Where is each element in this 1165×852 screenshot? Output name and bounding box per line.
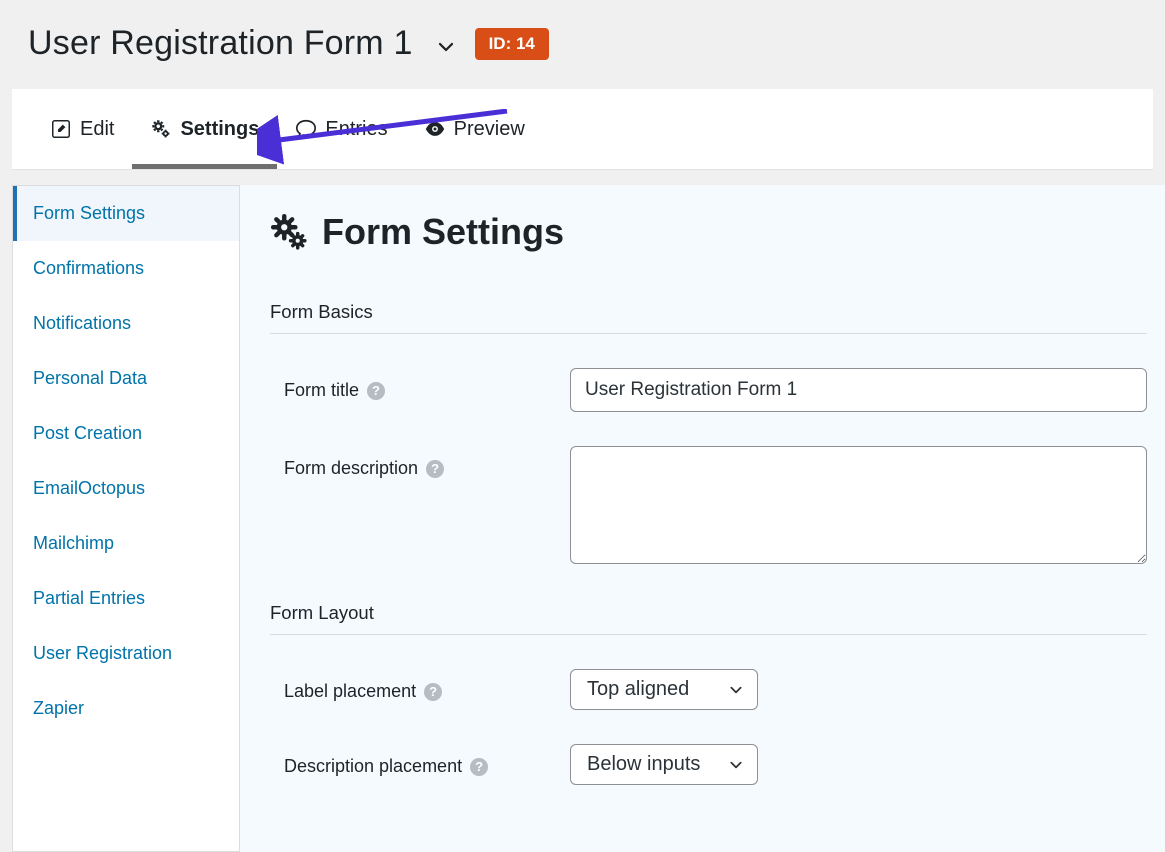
help-icon[interactable]: ? xyxy=(424,683,442,701)
sidebar-item-label: User Registration xyxy=(33,643,172,663)
sidebar-item-notifications[interactable]: Notifications xyxy=(13,296,239,351)
select-label-placement[interactable]: Top aligned xyxy=(570,669,758,710)
settings-content: Form Settings Form Basics Form title ? F… xyxy=(240,185,1165,852)
label-label-placement: Label placement xyxy=(284,681,416,702)
label-form-title: Form title xyxy=(284,380,359,401)
form-id-badge: ID: 14 xyxy=(475,28,549,60)
form-switcher-dropdown[interactable] xyxy=(437,38,455,56)
help-icon[interactable]: ? xyxy=(367,382,385,400)
tabs-bar: Edit Settings Entries xyxy=(12,89,1153,169)
label-form-description: Form description xyxy=(284,458,418,479)
tab-label: Preview xyxy=(454,118,525,141)
sidebar-item-label: Zapier xyxy=(33,698,84,718)
gears-icon xyxy=(270,213,308,251)
eye-icon xyxy=(424,118,446,140)
sidebar-item-label: Confirmations xyxy=(33,258,144,278)
tab-label: Entries xyxy=(325,118,387,141)
chevron-down-icon xyxy=(729,758,743,772)
input-form-title[interactable] xyxy=(570,368,1147,412)
tab-preview[interactable]: Preview xyxy=(406,89,543,169)
body: Form Settings Confirmations Notification… xyxy=(12,185,1165,852)
sidebar-item-label: Notifications xyxy=(33,313,131,333)
sidebar-item-mailchimp[interactable]: Mailchimp xyxy=(13,516,239,571)
textarea-form-description[interactable] xyxy=(570,446,1147,564)
sidebar-item-label: Post Creation xyxy=(33,423,142,443)
sidebar-item-label: Mailchimp xyxy=(33,533,114,553)
row-description-placement: Description placement ? Below inputs xyxy=(270,744,1147,785)
select-value: Top aligned xyxy=(587,678,689,701)
gears-icon xyxy=(150,118,172,140)
sidebar-item-label: Personal Data xyxy=(33,368,147,388)
tab-label: Edit xyxy=(80,118,114,141)
row-form-title: Form title ? xyxy=(270,368,1147,412)
help-icon[interactable]: ? xyxy=(470,758,488,776)
sidebar-item-form-settings[interactable]: Form Settings xyxy=(13,186,239,241)
sidebar-item-label: Form Settings xyxy=(33,203,145,223)
sidebar-item-zapier[interactable]: Zapier xyxy=(13,681,239,736)
help-icon[interactable]: ? xyxy=(426,460,444,478)
select-description-placement[interactable]: Below inputs xyxy=(570,744,758,785)
tab-entries[interactable]: Entries xyxy=(277,89,405,169)
settings-sidebar: Form Settings Confirmations Notification… xyxy=(12,185,240,852)
tab-label: Settings xyxy=(180,118,259,141)
form-title: User Registration Form 1 xyxy=(28,24,413,63)
sidebar-item-label: Partial Entries xyxy=(33,588,145,608)
speech-icon xyxy=(295,118,317,140)
section-heading-basics: Form Basics xyxy=(270,301,1147,334)
content-title-row: Form Settings xyxy=(270,211,1147,253)
sidebar-item-label: EmailOctopus xyxy=(33,478,145,498)
edit-icon xyxy=(50,118,72,140)
sidebar-item-post-creation[interactable]: Post Creation xyxy=(13,406,239,461)
sidebar-item-emailoctopus[interactable]: EmailOctopus xyxy=(13,461,239,516)
sidebar-item-confirmations[interactable]: Confirmations xyxy=(13,241,239,296)
sidebar-item-partial-entries[interactable]: Partial Entries xyxy=(13,571,239,626)
content-title: Form Settings xyxy=(322,211,564,253)
section-heading-layout: Form Layout xyxy=(270,602,1147,635)
chevron-down-icon xyxy=(729,683,743,697)
tab-settings[interactable]: Settings xyxy=(132,89,277,169)
sidebar-item-personal-data[interactable]: Personal Data xyxy=(13,351,239,406)
row-form-description: Form description ? xyxy=(270,446,1147,568)
tab-edit[interactable]: Edit xyxy=(32,89,132,169)
chevron-down-icon xyxy=(437,38,455,56)
page-header: User Registration Form 1 ID: 14 xyxy=(0,0,1165,89)
row-label-placement: Label placement ? Top aligned xyxy=(270,669,1147,710)
label-description-placement: Description placement xyxy=(284,756,462,777)
select-value: Below inputs xyxy=(587,753,700,776)
sidebar-item-user-registration[interactable]: User Registration xyxy=(13,626,239,681)
